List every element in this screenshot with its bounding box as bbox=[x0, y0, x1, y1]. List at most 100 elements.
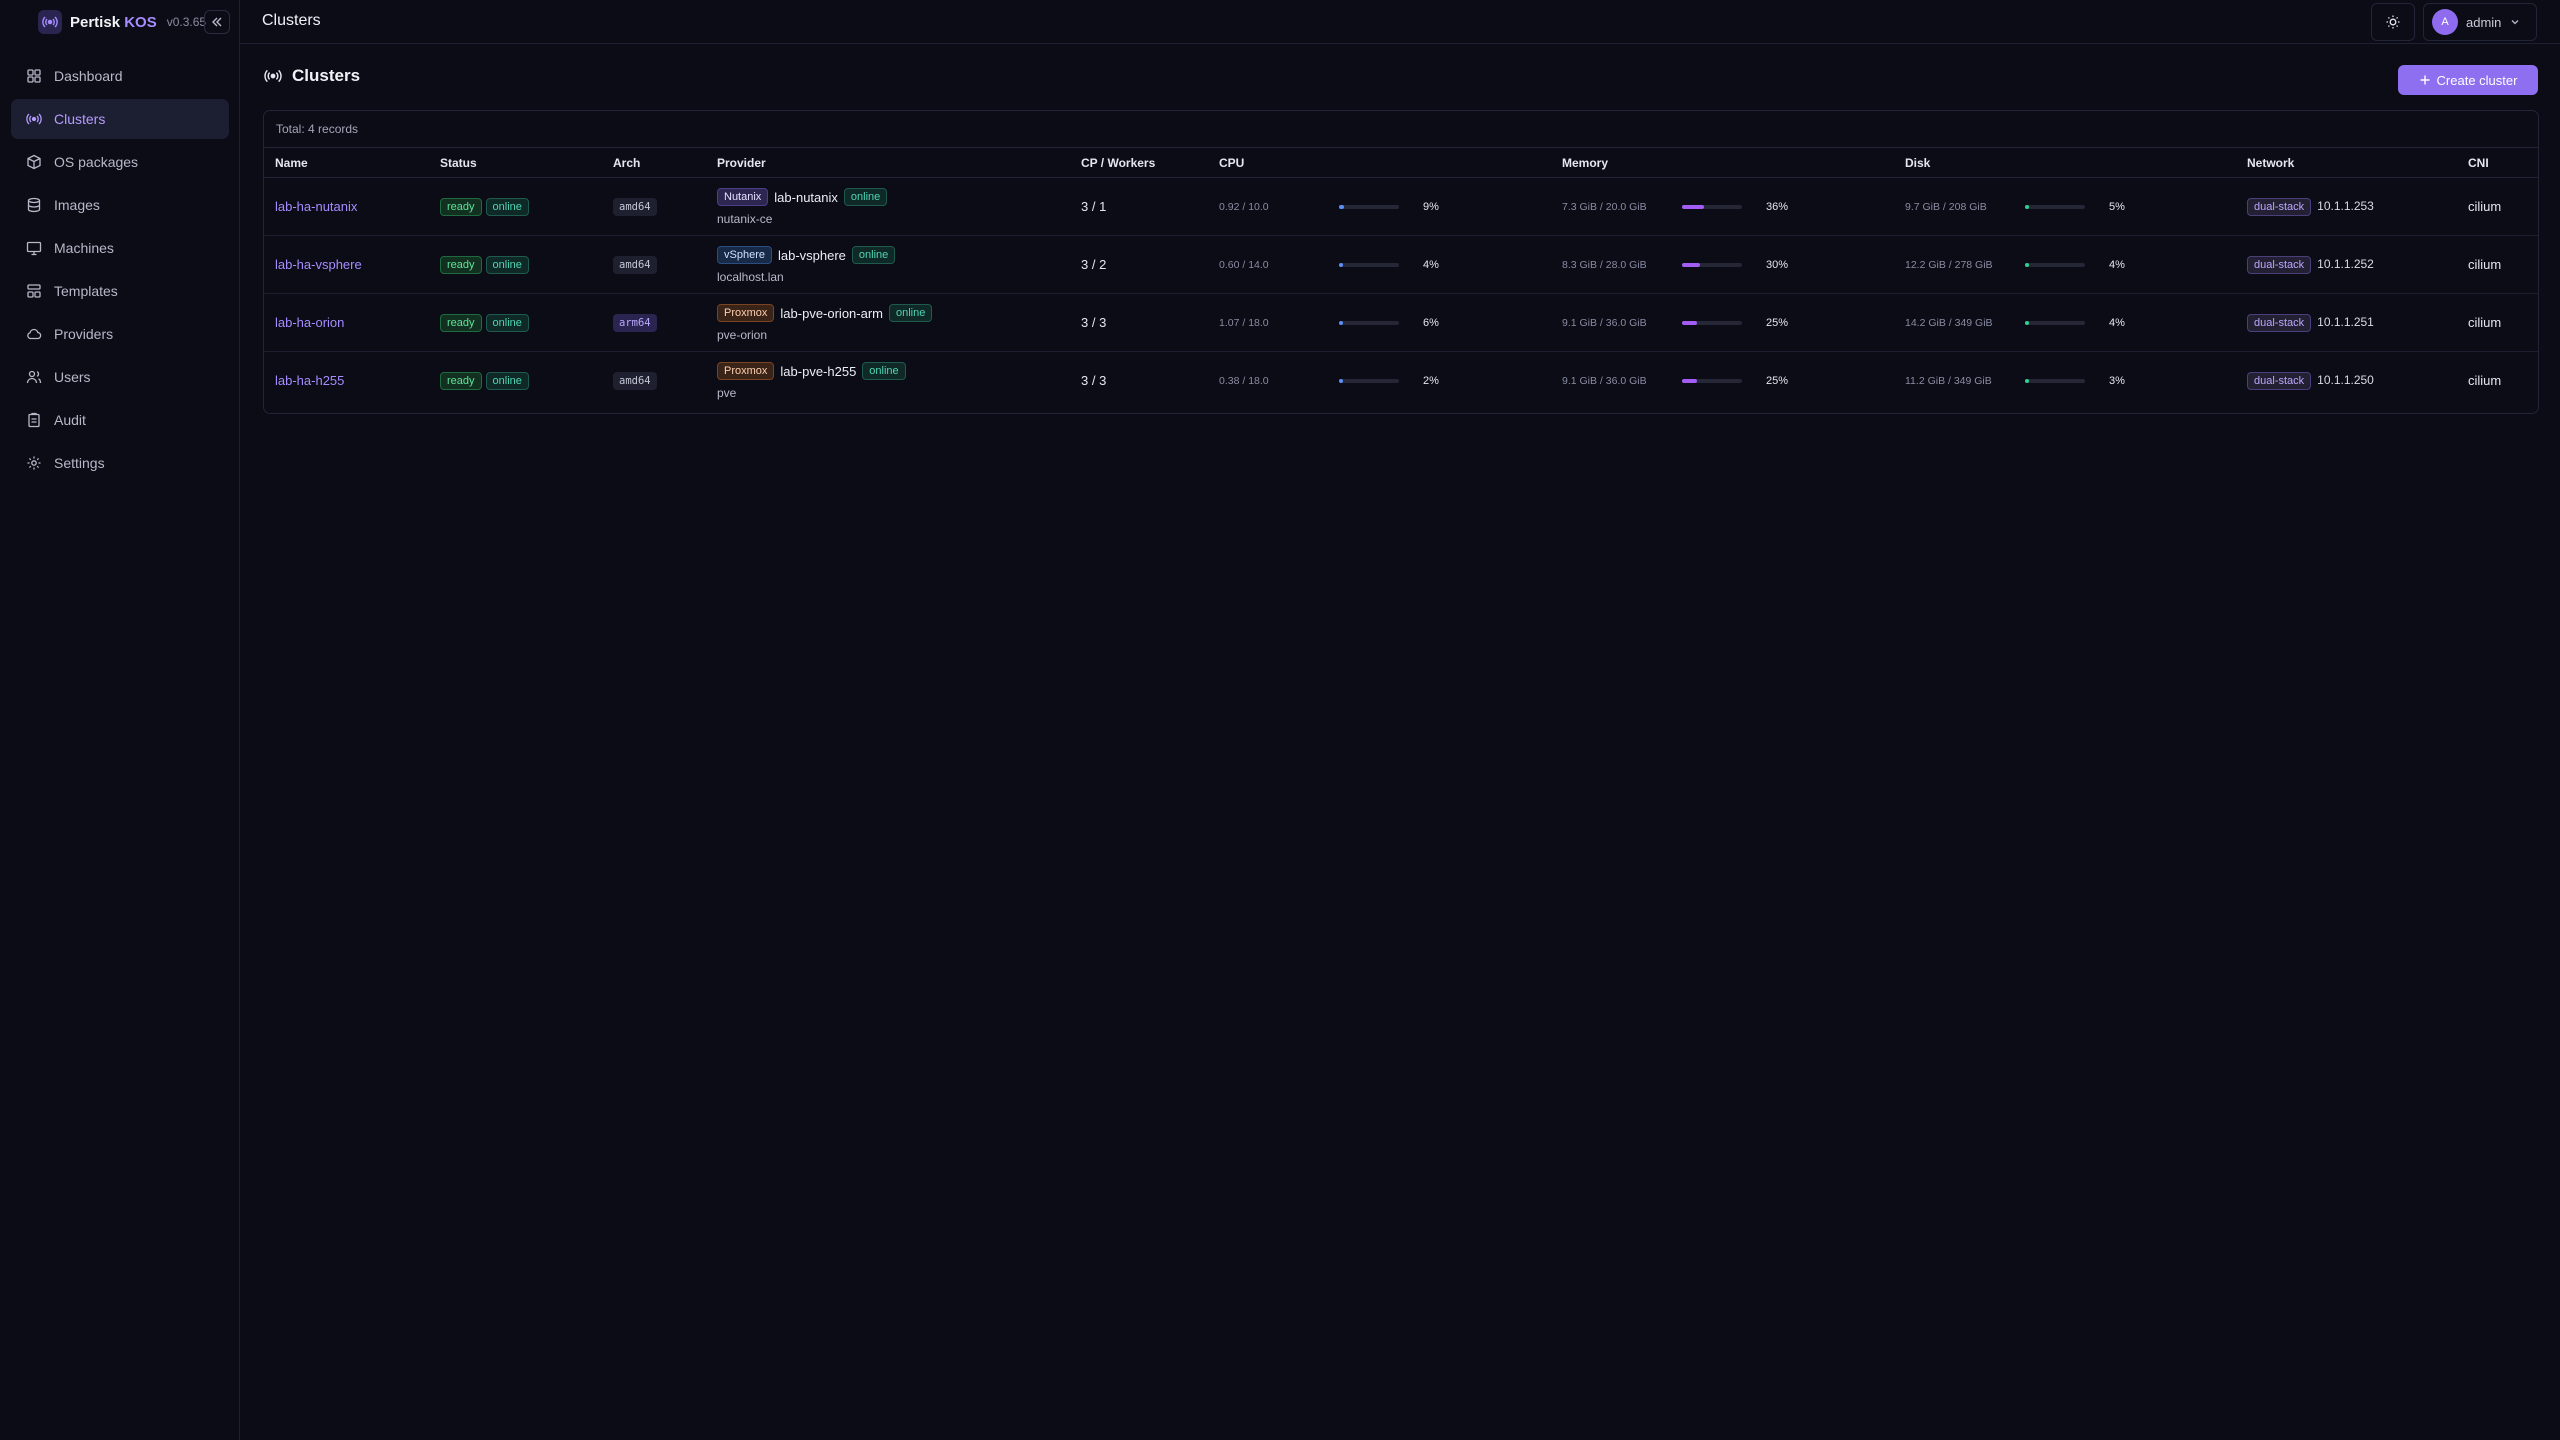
cluster-name-link[interactable]: lab-ha-vsphere bbox=[275, 257, 362, 272]
memory-percent: 25% bbox=[1766, 374, 1789, 387]
column-header[interactable]: CPU bbox=[1208, 147, 1551, 178]
table-row[interactable]: lab-ha-nutanix ready online amd64 Nutanix… bbox=[264, 177, 2538, 236]
column-header[interactable]: Memory bbox=[1551, 147, 1894, 178]
column-header[interactable]: Status bbox=[429, 147, 602, 178]
disk-percent: 5% bbox=[2109, 200, 2125, 213]
sidebar-item-machines[interactable]: Machines bbox=[11, 228, 229, 268]
column-header[interactable]: CP / Workers bbox=[1070, 147, 1208, 178]
memory-bar bbox=[1682, 204, 1742, 209]
disk-bar-fill bbox=[2025, 262, 2029, 267]
theme-toggle-button[interactable] bbox=[2371, 3, 2415, 41]
app-version: v0.3.65 bbox=[166, 15, 207, 29]
cp-workers: 3 / 3 bbox=[1081, 315, 1107, 330]
sidebar-item-dashboard[interactable]: Dashboard bbox=[11, 56, 229, 96]
dashboard-icon bbox=[25, 67, 43, 85]
cni: cilium bbox=[2468, 315, 2502, 330]
arch-badge: amd64 bbox=[613, 197, 657, 216]
cpu-percent: 9% bbox=[1423, 200, 1439, 213]
memory-usage: 7.3 GiB / 20.0 GiB bbox=[1562, 200, 1647, 213]
column-header[interactable]: Name bbox=[264, 147, 429, 178]
clusters-card: Total: 4 records Name Status Arch Provid… bbox=[263, 110, 2539, 414]
state-badge: online bbox=[485, 255, 529, 274]
provider-state-badge: online bbox=[889, 304, 933, 322]
state-badge: online bbox=[485, 313, 529, 332]
cpu-usage: 1.07 / 18.0 bbox=[1219, 316, 1269, 329]
table-row[interactable]: lab-ha-h255 ready online amd64 Proxmox la… bbox=[264, 352, 2538, 410]
cp-workers: 3 / 1 bbox=[1081, 199, 1107, 214]
total-records: Total: 4 records bbox=[276, 122, 359, 136]
sidebar-item-label: OS packages bbox=[54, 154, 139, 170]
cpu-bar bbox=[1339, 204, 1399, 209]
page-title: Clusters bbox=[292, 66, 361, 85]
plus-icon bbox=[2420, 75, 2430, 85]
cluster-name-link[interactable]: lab-ha-h255 bbox=[275, 373, 344, 388]
cluster-name-link[interactable]: lab-ha-nutanix bbox=[275, 199, 357, 214]
memory-percent: 25% bbox=[1766, 316, 1789, 329]
provider-state-badge: online bbox=[851, 246, 896, 264]
cloud-icon bbox=[25, 325, 43, 343]
sun-icon bbox=[2386, 15, 2400, 29]
provider-name: lab-vsphere bbox=[777, 247, 846, 263]
chevrons-left-icon bbox=[212, 17, 222, 27]
disk-bar-fill bbox=[2025, 320, 2029, 325]
brand[interactable]: Pertisk KOS v0.3.65 bbox=[38, 10, 206, 34]
cpu-bar-fill bbox=[1339, 320, 1343, 325]
memory-percent: 36% bbox=[1766, 200, 1789, 213]
disk-bar bbox=[2025, 204, 2085, 209]
cni: cilium bbox=[2468, 373, 2502, 389]
sidebar-item-settings[interactable]: Settings bbox=[11, 443, 229, 483]
templates-icon bbox=[25, 282, 43, 300]
disk-bar bbox=[2025, 378, 2085, 383]
disk-bar-fill bbox=[2025, 378, 2029, 383]
user-menu[interactable]: A admin bbox=[2423, 3, 2537, 41]
sidebar-item-images[interactable]: Images bbox=[11, 185, 229, 225]
cp-workers: 3 / 2 bbox=[1081, 257, 1107, 272]
sidebar-item-providers[interactable]: Providers bbox=[11, 314, 229, 354]
table-row[interactable]: lab-ha-orion ready online arm64 Proxmox l… bbox=[264, 293, 2538, 352]
memory-usage: 9.1 GiB / 36.0 GiB bbox=[1562, 374, 1647, 387]
sidebar-item-os-packages[interactable]: OS packages bbox=[11, 142, 229, 182]
column-header[interactable]: Disk bbox=[1894, 147, 2236, 178]
column-header[interactable]: Provider bbox=[706, 147, 1070, 178]
clusters-table: Name Status Arch Provider CP / Workers C… bbox=[264, 147, 2538, 410]
sidebar-nav: Dashboard Clusters OS packages Images Ma… bbox=[11, 56, 229, 486]
cpu-bar-fill bbox=[1339, 378, 1343, 383]
disk-bar bbox=[2025, 262, 2085, 267]
column-header[interactable]: Arch bbox=[602, 147, 706, 178]
create-cluster-button[interactable]: Create cluster bbox=[2398, 65, 2538, 95]
column-header[interactable]: CNI bbox=[2457, 147, 2538, 178]
column-header[interactable]: Network bbox=[2236, 147, 2457, 178]
sidebar-item-audit[interactable]: Audit bbox=[11, 400, 229, 440]
provider-type-badge: Proxmox bbox=[717, 362, 775, 381]
status-badge: ready bbox=[440, 371, 482, 390]
sidebar-item-clusters[interactable]: Clusters bbox=[11, 99, 229, 139]
sidebar-item-label: Clusters bbox=[54, 111, 106, 127]
memory-usage: 8.3 GiB / 28.0 GiB bbox=[1562, 258, 1647, 271]
table-row[interactable]: lab-ha-vsphere ready online amd64 vSphere… bbox=[264, 235, 2538, 294]
sidebar-item-templates[interactable]: Templates bbox=[11, 271, 229, 311]
cpu-usage: 0.92 / 10.0 bbox=[1219, 200, 1269, 213]
disk-usage: 11.2 GiB / 349 GiB bbox=[1905, 374, 1992, 387]
database-icon bbox=[25, 196, 43, 214]
sidebar-item-label: Images bbox=[54, 197, 100, 213]
provider-state-badge: online bbox=[862, 362, 906, 381]
arch-badge: amd64 bbox=[613, 255, 657, 274]
memory-usage: 9.1 GiB / 36.0 GiB bbox=[1562, 316, 1647, 329]
cp-workers: 3 / 3 bbox=[1081, 373, 1107, 389]
memory-percent: 30% bbox=[1766, 258, 1789, 271]
arch-badge: arm64 bbox=[613, 313, 657, 332]
clusters-icon bbox=[264, 69, 282, 83]
status-badge: ready bbox=[440, 313, 482, 332]
cpu-percent: 4% bbox=[1423, 258, 1439, 271]
disk-usage: 12.2 GiB / 278 GiB bbox=[1905, 258, 1993, 271]
disk-percent: 3% bbox=[2109, 374, 2125, 387]
collapse-sidebar-button[interactable] bbox=[204, 10, 230, 34]
cluster-ip: 10.1.1.250 bbox=[2317, 372, 2374, 387]
cni: cilium bbox=[2468, 257, 2502, 272]
sidebar-item-users[interactable]: Users bbox=[11, 357, 229, 397]
clusters-icon bbox=[25, 110, 43, 128]
cluster-name-link[interactable]: lab-ha-orion bbox=[275, 315, 344, 330]
cpu-usage: 0.60 / 14.0 bbox=[1219, 258, 1269, 271]
sidebar-item-label: Providers bbox=[54, 326, 114, 342]
network-badge: dual-stack bbox=[2247, 371, 2312, 390]
